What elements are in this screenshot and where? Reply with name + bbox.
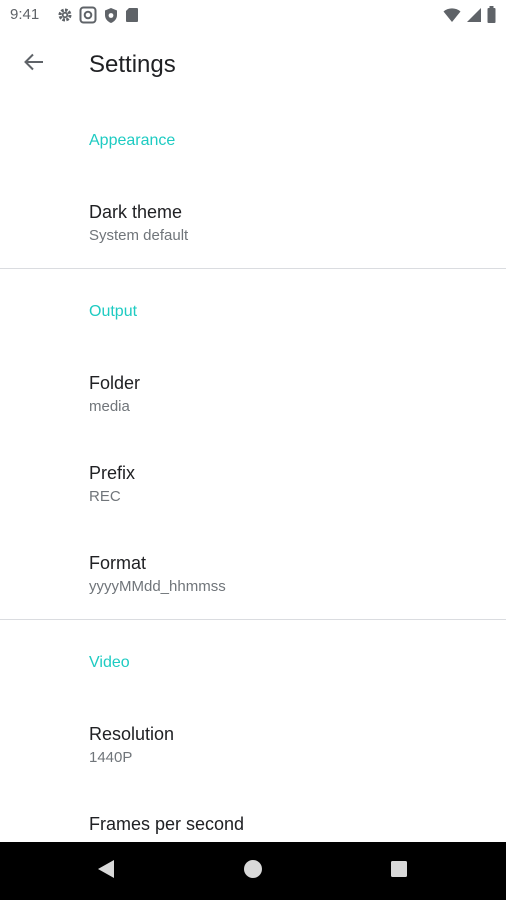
section-header-appearance: Appearance: [89, 132, 176, 149]
pref-folder[interactable]: Folder media: [0, 349, 506, 439]
pref-summary: media: [89, 398, 130, 415]
section-appearance: Appearance Dark theme System default: [0, 98, 506, 269]
pref-title: Dark theme: [89, 202, 183, 222]
pref-summary: System default: [89, 227, 189, 244]
back-button[interactable]: [14, 44, 54, 84]
nav-back-button[interactable]: [90, 856, 122, 886]
arrow-left-icon: [23, 51, 45, 78]
nav-recents-button[interactable]: [383, 856, 415, 886]
battery-icon: [487, 6, 496, 23]
pref-title: Folder: [89, 373, 141, 393]
screen-record-icon: [79, 6, 97, 24]
sd-card-icon: [125, 7, 139, 23]
status-left-icons: [57, 6, 139, 24]
status-time: 9:41: [10, 6, 40, 23]
shield-icon: [103, 7, 119, 24]
cell-signal-icon: [466, 7, 482, 23]
settings-list: Appearance Dark theme System default Out…: [0, 98, 506, 880]
home-circle-icon: [243, 859, 263, 884]
pref-resolution[interactable]: Resolution 1440P: [0, 700, 506, 790]
page-title: Settings: [89, 51, 176, 78]
navigation-bar: [0, 842, 506, 900]
recents-square-icon: [390, 860, 408, 883]
pref-title: Format: [89, 553, 147, 573]
section-video: Video Resolution 1440P Frames per second…: [0, 620, 506, 880]
pref-title: Resolution: [89, 724, 175, 744]
gear-icon: [57, 7, 73, 23]
app-bar: Settings: [0, 32, 506, 98]
pref-dark-theme[interactable]: Dark theme System default: [0, 178, 506, 268]
pref-title: Frames per second: [89, 814, 245, 834]
pref-format[interactable]: Format yyyyMMdd_hhmmss: [0, 529, 506, 619]
back-triangle-icon: [97, 859, 115, 884]
status-right-icons: [443, 6, 496, 23]
wifi-icon: [443, 7, 461, 23]
section-header-video: Video: [89, 654, 130, 671]
nav-home-button[interactable]: [237, 856, 269, 886]
pref-summary: yyyyMMdd_hhmmss: [89, 578, 226, 595]
pref-summary: 1440P: [89, 749, 133, 766]
section-output: Output Folder media Prefix REC Format yy…: [0, 269, 506, 620]
pref-prefix[interactable]: Prefix REC: [0, 439, 506, 529]
pref-title: Prefix: [89, 463, 136, 483]
section-header-output: Output: [89, 303, 138, 320]
status-bar: 9:41: [0, 0, 506, 32]
pref-summary: REC: [89, 488, 121, 505]
